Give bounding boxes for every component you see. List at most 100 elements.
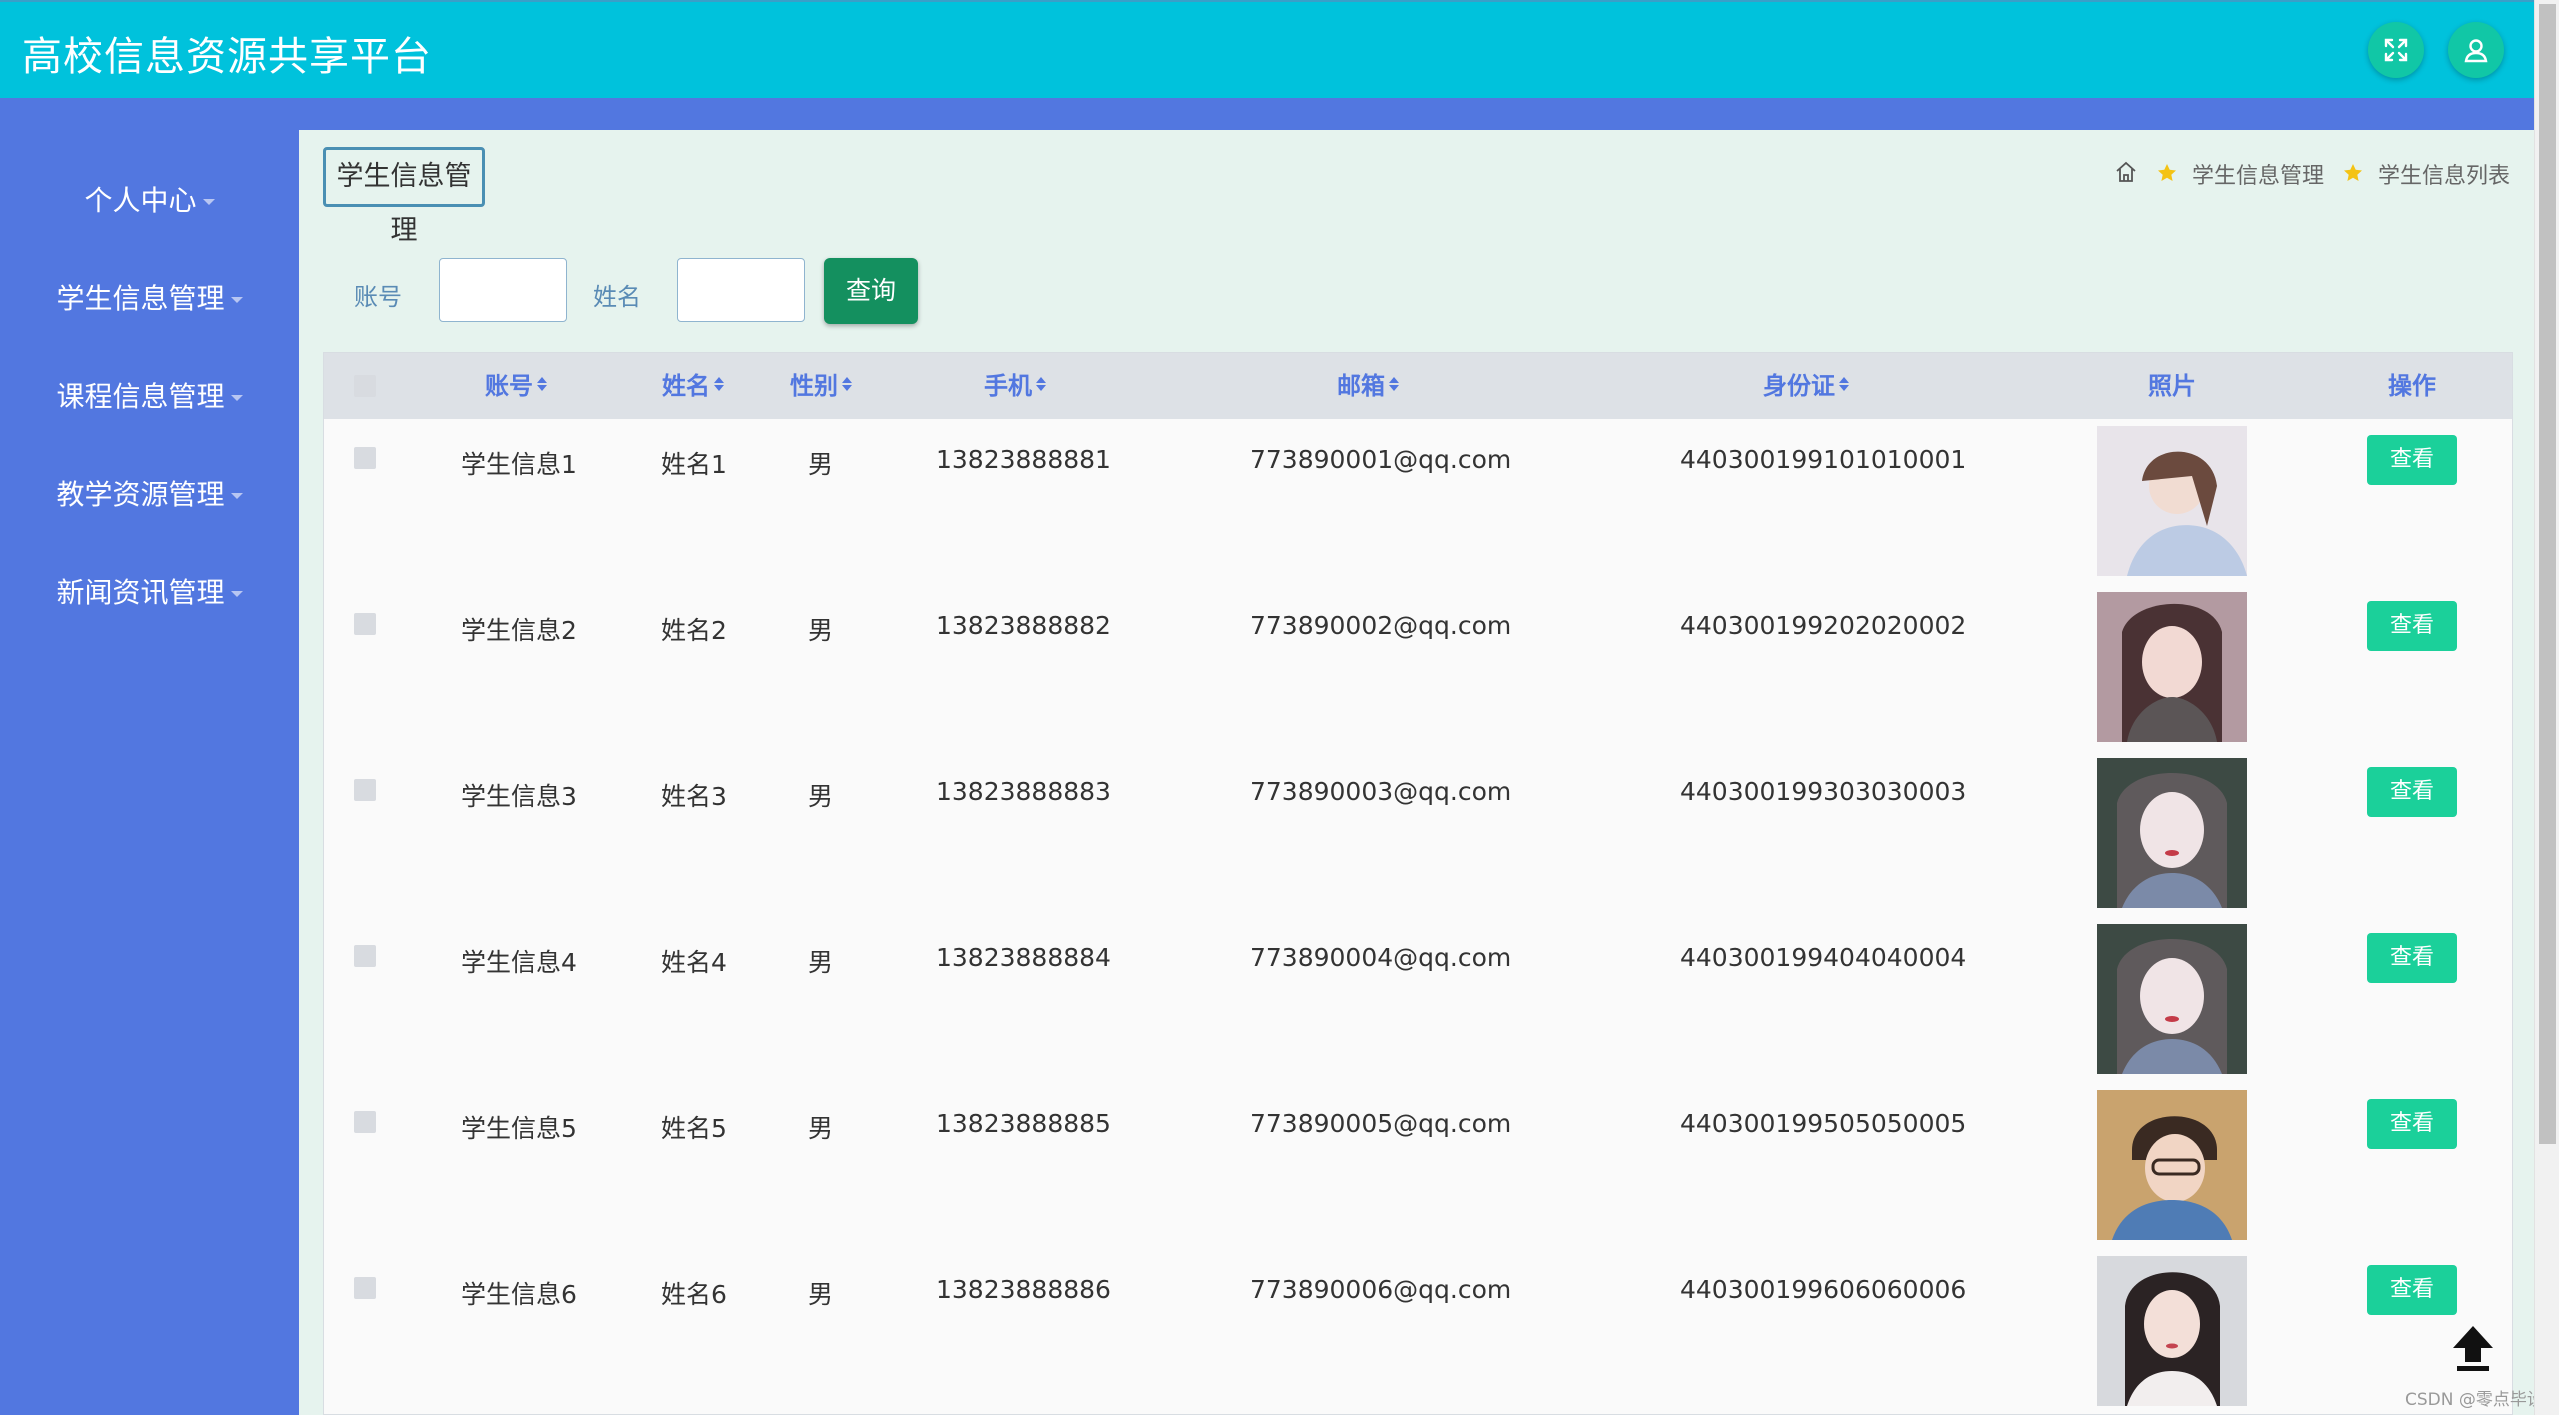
scrollbar-thumb[interactable] bbox=[2539, 4, 2556, 1144]
row-checkbox[interactable] bbox=[354, 1277, 376, 1299]
sort-icon[interactable] bbox=[1388, 353, 1400, 418]
cell-email: 773890001@qq.com bbox=[1250, 445, 1512, 474]
app-title: 高校信息资源共享平台 bbox=[22, 34, 432, 80]
chevron-down-icon bbox=[230, 395, 243, 401]
select-all-checkbox[interactable] bbox=[354, 375, 376, 397]
home-icon[interactable] bbox=[2114, 160, 2138, 193]
row-checkbox[interactable] bbox=[354, 945, 376, 967]
sidebar-item-label: 个人中心 bbox=[84, 184, 197, 217]
cell-phone: 13823888884 bbox=[936, 943, 1111, 972]
name-input[interactable] bbox=[677, 258, 805, 322]
row-checkbox[interactable] bbox=[354, 447, 376, 469]
student-photo bbox=[2097, 758, 2247, 908]
column-header-id-card[interactable]: 身份证 bbox=[1763, 353, 1850, 419]
sort-icon[interactable] bbox=[713, 353, 725, 418]
back-to-top-button[interactable] bbox=[2445, 1320, 2501, 1376]
student-table: 账号 姓名 性别 手机 邮箱 身份证 照片 操作 学生信息1 姓名1 男 138… bbox=[323, 352, 2513, 1415]
account-input[interactable] bbox=[439, 258, 567, 322]
column-header-email[interactable]: 邮箱 bbox=[1337, 353, 1400, 419]
table-row: 学生信息6 姓名6 男 13823888886 773890006@qq.com… bbox=[324, 1249, 2512, 1414]
cell-account: 学生信息6 bbox=[461, 1280, 577, 1309]
cell-id-card: 440300199505050005 bbox=[1680, 1109, 1967, 1138]
sidebar-item-news[interactable]: 新闻资讯管理 bbox=[0, 573, 299, 613]
column-header-label: 邮箱 bbox=[1337, 372, 1385, 400]
cell-email: 773890005@qq.com bbox=[1250, 1109, 1512, 1138]
sidebar-item-student-info[interactable]: 学生信息管理 bbox=[0, 279, 299, 319]
cell-account: 学生信息3 bbox=[461, 782, 577, 811]
cell-gender: 男 bbox=[808, 782, 834, 811]
sort-icon[interactable] bbox=[841, 353, 853, 418]
fullscreen-icon bbox=[2384, 38, 2408, 62]
row-checkbox[interactable] bbox=[354, 1111, 376, 1133]
cell-gender: 男 bbox=[808, 1280, 834, 1309]
cell-name: 姓名3 bbox=[661, 782, 727, 811]
sidebar-item-label: 新闻资讯管理 bbox=[56, 576, 225, 609]
cell-email: 773890004@qq.com bbox=[1250, 943, 1512, 972]
column-header-photo: 照片 bbox=[2148, 372, 2196, 400]
cell-phone: 13823888886 bbox=[936, 1275, 1111, 1304]
sort-icon[interactable] bbox=[536, 353, 548, 418]
breadcrumb-item[interactable]: 学生信息管理 bbox=[2192, 162, 2324, 192]
view-button[interactable]: 查看 bbox=[2367, 767, 2457, 817]
column-header-gender[interactable]: 性别 bbox=[790, 353, 853, 419]
chevron-down-icon bbox=[230, 493, 243, 499]
column-header-phone[interactable]: 手机 bbox=[984, 353, 1047, 419]
column-header-name[interactable]: 姓名 bbox=[662, 353, 725, 419]
cell-phone: 13823888881 bbox=[936, 445, 1111, 474]
arrow-up-icon bbox=[2453, 1326, 2493, 1371]
view-button[interactable]: 查看 bbox=[2367, 1099, 2457, 1149]
view-button[interactable]: 查看 bbox=[2367, 601, 2457, 651]
cell-id-card: 440300199101010001 bbox=[1680, 445, 1967, 474]
star-icon bbox=[2157, 162, 2177, 192]
cell-name: 姓名5 bbox=[661, 1114, 727, 1143]
chevron-down-icon bbox=[230, 297, 243, 303]
column-header-label: 姓名 bbox=[662, 372, 710, 400]
cell-email: 773890002@qq.com bbox=[1250, 611, 1512, 640]
sidebar-item-label: 教学资源管理 bbox=[56, 478, 225, 511]
student-photo bbox=[2097, 592, 2247, 742]
column-header-label: 手机 bbox=[984, 372, 1032, 400]
cell-id-card: 440300199606060006 bbox=[1680, 1275, 1967, 1304]
top-header: 高校信息资源共享平台 bbox=[0, 0, 2534, 98]
chevron-down-icon bbox=[202, 199, 215, 205]
column-header-label: 身份证 bbox=[1763, 372, 1835, 400]
column-header-account[interactable]: 账号 bbox=[485, 353, 548, 419]
cell-account: 学生信息1 bbox=[461, 450, 577, 479]
sidebar-item-label: 学生信息管理 bbox=[56, 282, 225, 315]
view-button[interactable]: 查看 bbox=[2367, 1265, 2457, 1315]
cell-id-card: 440300199303030003 bbox=[1680, 777, 1967, 806]
sidebar-item-personal-center[interactable]: 个人中心 bbox=[0, 181, 299, 221]
view-button[interactable]: 查看 bbox=[2367, 933, 2457, 983]
cell-gender: 男 bbox=[808, 450, 834, 479]
watermark: CSDN @零点毕设 bbox=[2405, 1390, 2544, 1410]
column-header-label: 账号 bbox=[485, 372, 533, 400]
cell-name: 姓名2 bbox=[661, 616, 727, 645]
fullscreen-button[interactable] bbox=[2368, 22, 2424, 78]
sidebar-item-teaching-resources[interactable]: 教学资源管理 bbox=[0, 475, 299, 515]
student-photo bbox=[2097, 924, 2247, 1074]
cell-gender: 男 bbox=[808, 1114, 834, 1143]
sort-icon[interactable] bbox=[1035, 353, 1047, 418]
row-checkbox[interactable] bbox=[354, 613, 376, 635]
cell-id-card: 440300199202020002 bbox=[1680, 611, 1967, 640]
cell-account: 学生信息4 bbox=[461, 948, 577, 977]
table-row: 学生信息5 姓名5 男 13823888885 773890005@qq.com… bbox=[324, 1083, 2512, 1250]
cell-phone: 13823888882 bbox=[936, 611, 1111, 640]
cell-phone: 13823888885 bbox=[936, 1109, 1111, 1138]
page-scrollbar[interactable] bbox=[2534, 0, 2559, 1415]
table-row: 学生信息2 姓名2 男 13823888882 773890002@qq.com… bbox=[324, 585, 2512, 752]
cell-account: 学生信息5 bbox=[461, 1114, 577, 1143]
cell-id-card: 440300199404040004 bbox=[1680, 943, 1967, 972]
user-button[interactable] bbox=[2448, 22, 2504, 78]
sort-icon[interactable] bbox=[1838, 353, 1850, 418]
row-checkbox[interactable] bbox=[354, 779, 376, 801]
sidebar-item-course-info[interactable]: 课程信息管理 bbox=[0, 377, 299, 417]
column-header-action: 操作 bbox=[2388, 372, 2436, 400]
table-row: 学生信息3 姓名3 男 13823888883 773890003@qq.com… bbox=[324, 751, 2512, 918]
view-button[interactable]: 查看 bbox=[2367, 435, 2457, 485]
page-tag[interactable]: 学生信息管理 bbox=[323, 147, 485, 246]
cell-name: 姓名1 bbox=[661, 450, 727, 479]
cell-email: 773890006@qq.com bbox=[1250, 1275, 1512, 1304]
query-button[interactable]: 查询 bbox=[824, 258, 918, 324]
name-label: 姓名 bbox=[593, 283, 641, 311]
